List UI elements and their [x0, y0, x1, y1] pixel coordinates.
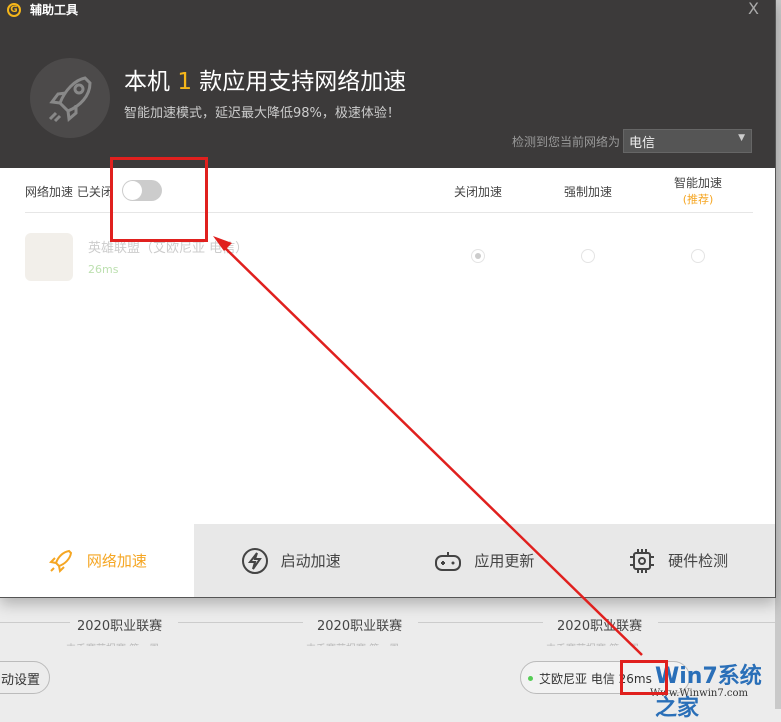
status-dot [528, 676, 533, 681]
assistant-tool-window: G 辅助工具 X 本机 1 款应用支持网络加速 智能加速模式，延迟最大降低98%… [0, 0, 776, 598]
settings-button[interactable]: 动设置 [0, 661, 50, 694]
divider [0, 622, 70, 623]
tab-network-accel[interactable]: 网络加速 [0, 524, 194, 597]
league-sub: 丰禾赛营报赛 第一周 [546, 640, 639, 646]
game-icon [25, 233, 73, 281]
annotation-box [110, 157, 208, 242]
chevron-down-icon: ▼ [738, 133, 745, 143]
network-select[interactable]: 电信 ▼ [623, 129, 752, 153]
rocket-icon [30, 58, 110, 138]
league-title: 2020职业联赛 [317, 619, 403, 634]
radio-force[interactable] [581, 249, 595, 263]
col-force: 强制加速 [563, 185, 612, 199]
col-smart: 智能加速 (推荐) [658, 174, 738, 207]
league-sub: 丰禾赛营报赛 第一周 [66, 640, 159, 646]
league-sub: 丰禾赛营报赛 第一周 [306, 640, 399, 646]
tab-app-update[interactable]: 应用更新 [388, 524, 582, 597]
game-latency: 26ms [88, 263, 119, 276]
recommend-badge: (推荐) [682, 193, 714, 206]
chip-icon [630, 548, 655, 573]
radio-off[interactable] [471, 249, 485, 263]
divider [418, 622, 543, 623]
tab-startup-accel[interactable]: 启动加速 [194, 524, 388, 597]
bottom-tabs: 网络加速 启动加速 应用更新 硬件检测 [0, 524, 775, 597]
page-title: 本机 1 款应用支持网络加速 [124, 69, 407, 95]
col-off: 关闭加速 [453, 185, 502, 199]
window-title: 辅助工具 [30, 3, 79, 17]
accel-toggle-label: 网络加速 已关闭 [25, 185, 113, 199]
radio-smart[interactable] [691, 249, 705, 263]
subtitle: 智能加速模式，延迟最大降低98%，极速体验！ [124, 106, 400, 121]
lightning-icon [241, 547, 268, 574]
close-icon[interactable]: X [748, 0, 759, 18]
league-title: 2020职业联赛 [77, 619, 163, 634]
network-label: 检测到您当前网络为 [512, 135, 621, 149]
rocket-icon [48, 549, 72, 573]
league-title: 2020职业联赛 [557, 619, 643, 634]
network-value: 电信 [629, 136, 656, 151]
divider [658, 622, 775, 623]
divider [178, 622, 303, 623]
header: G 辅助工具 X 本机 1 款应用支持网络加速 智能加速模式，延迟最大降低98%… [0, 0, 775, 168]
tab-hardware-check[interactable]: 硬件检测 [581, 524, 775, 597]
app-logo-icon: G [7, 3, 21, 17]
gamepad-icon [435, 551, 462, 571]
annotation-box [620, 660, 668, 695]
